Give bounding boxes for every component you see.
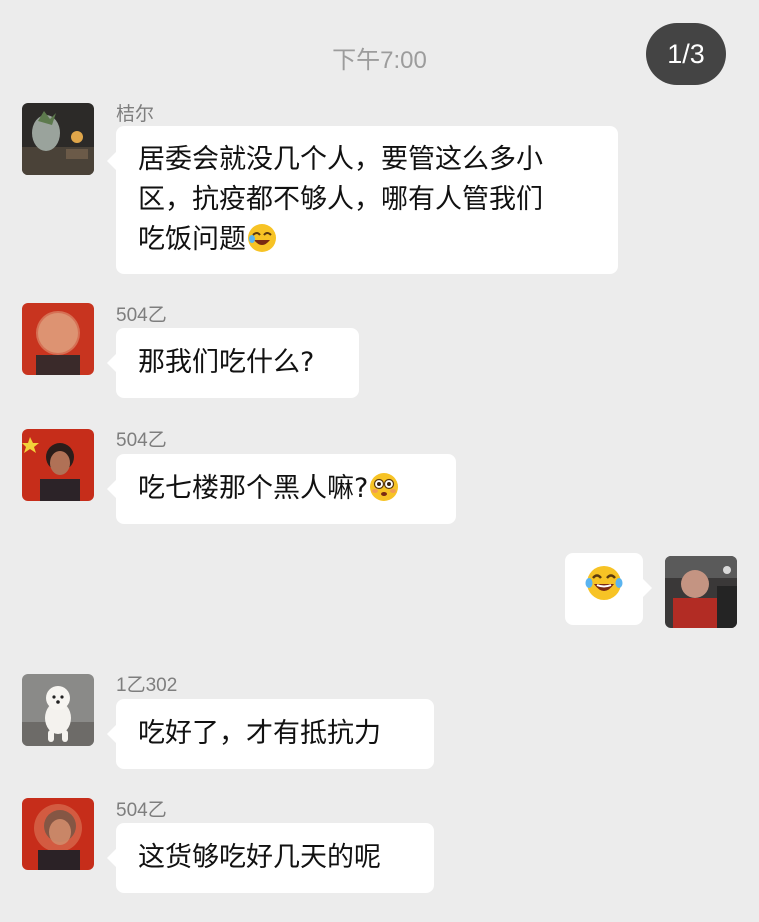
rolling-laughing-emoji-icon — [246, 222, 278, 266]
sender-name: 504乙 — [116, 800, 167, 821]
message-text: 这货够吃好几天的呢 — [138, 842, 381, 873]
chat-timestamp: 下午7:00 — [332, 47, 427, 74]
sender-name: 504乙 — [116, 430, 167, 451]
loudly-laughing-emoji-icon — [584, 563, 624, 615]
page-counter-badge[interactable]: 1/3 — [646, 23, 726, 85]
avatar[interactable] — [22, 429, 94, 501]
avatar-image-blurred-portrait — [22, 798, 94, 870]
message-bubble[interactable]: 吃七楼那个黑人嘛? — [107, 454, 456, 524]
avatar[interactable] — [22, 674, 94, 746]
avatar-image-blurred-portrait — [22, 303, 94, 375]
sender-name: 桔尔 — [116, 104, 155, 125]
message-bubble[interactable]: 居委会就没几个人，要管这么多小 区，抗疫都不够人，哪有人管我们 吃饭问题 — [107, 126, 618, 274]
avatar-image-drink — [22, 103, 94, 175]
message-line: 居委会就没几个人，要管这么多小 — [138, 144, 543, 175]
message-text: 那我们吃什么? — [138, 347, 315, 378]
message-bubble[interactable]: 那我们吃什么? — [107, 328, 359, 398]
sender-name: 1乙302 — [116, 675, 178, 696]
message-text: 吃好了，才有抵抗力 — [138, 718, 381, 749]
sender-name: 504乙 — [116, 305, 167, 326]
message-text: 吃七楼那个黑人嘛? — [138, 473, 369, 504]
avatar[interactable] — [22, 798, 94, 870]
avatar-image-white-dog — [22, 674, 94, 746]
avatar[interactable] — [22, 103, 94, 175]
message-bubble[interactable]: 这货够吃好几天的呢 — [107, 823, 434, 893]
message-bubble[interactable]: 吃好了，才有抵抗力 — [107, 699, 434, 769]
my-avatar[interactable] — [665, 556, 737, 628]
message-line: 区，抗疫都不够人，哪有人管我们 — [138, 184, 543, 215]
flushed-face-emoji-icon — [368, 471, 400, 515]
avatar-image-selfie — [665, 556, 737, 628]
outgoing-emoji-bubble[interactable] — [565, 553, 652, 625]
avatar-image-portrait — [22, 429, 94, 501]
avatar[interactable] — [22, 303, 94, 375]
message-line: 吃饭问题 — [138, 220, 596, 266]
